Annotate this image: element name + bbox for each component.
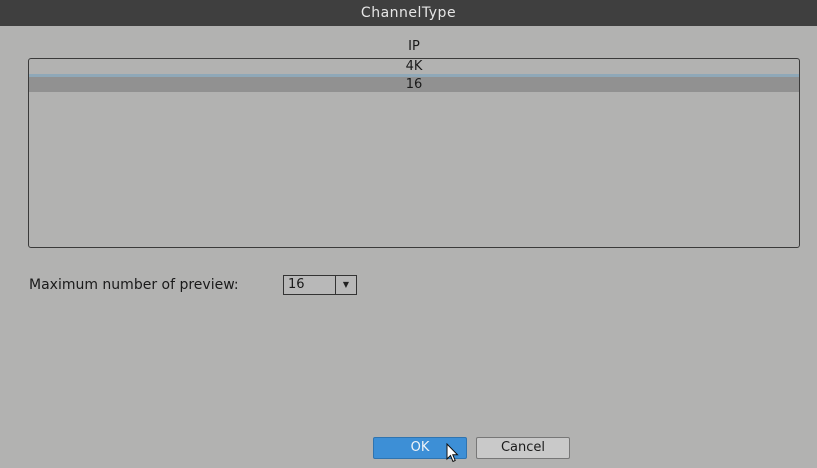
channel-type-list[interactable]: 4K 16	[28, 58, 800, 248]
chevron-down-icon[interactable]: ▼	[335, 276, 356, 294]
mouse-pointer-icon	[446, 443, 459, 463]
dialog-title: ChannelType	[0, 0, 817, 26]
max-preview-label: Maximum number of preview:	[29, 277, 239, 293]
max-preview-select[interactable]: 16 ▼	[283, 275, 357, 295]
list-item[interactable]: 4K	[29, 59, 799, 77]
cancel-button[interactable]: Cancel	[476, 437, 570, 459]
list-item-selected[interactable]: 16	[29, 77, 799, 92]
max-preview-value: 16	[288, 277, 305, 292]
list-column-header: IP	[408, 39, 420, 54]
channel-type-dialog: ChannelType IP 4K 16 Maximum number of p…	[0, 0, 817, 468]
